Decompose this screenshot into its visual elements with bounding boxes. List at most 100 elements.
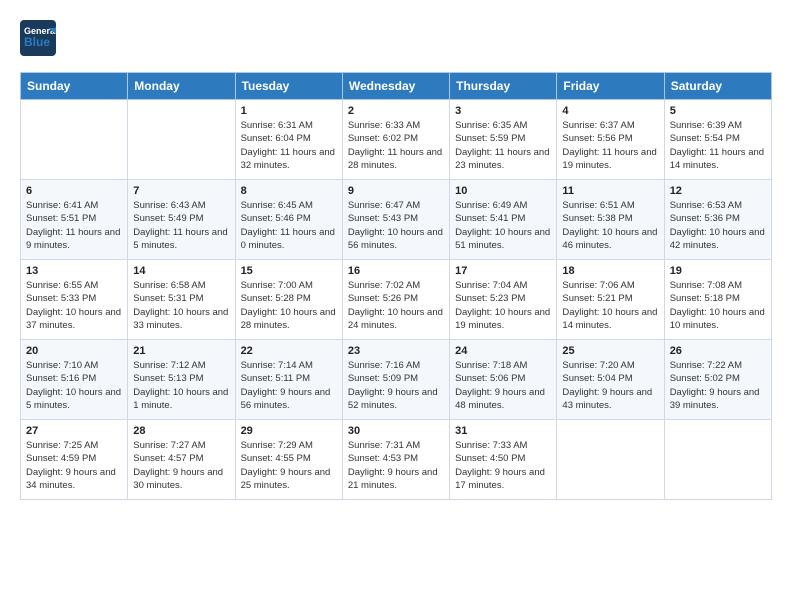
- calendar-cell: 10 Sunrise: 6:49 AM Sunset: 5:41 PM Dayli…: [450, 180, 557, 260]
- logo: General Blue: [20, 20, 60, 56]
- calendar-cell: 29 Sunrise: 7:29 AM Sunset: 4:55 PM Dayli…: [235, 420, 342, 500]
- header-day-monday: Monday: [128, 73, 235, 100]
- calendar-cell: 12Sunrise: 6:53 AM Sunset: 5:36 PM Dayli…: [664, 180, 771, 260]
- calendar-cell: 23Sunrise: 7:16 AM Sunset: 5:09 PM Dayli…: [342, 340, 449, 420]
- day-number: 24: [455, 345, 551, 357]
- day-info: Sunrise: 7:25 AM Sunset: 4:59 PM Dayligh…: [26, 439, 122, 492]
- day-number: 16: [348, 265, 444, 277]
- day-number: 27: [26, 425, 122, 437]
- day-number: 19: [670, 265, 766, 277]
- day-number: 14: [133, 265, 229, 277]
- calendar-cell: 6 Sunrise: 6:41 AM Sunset: 5:51 PM Daylig…: [21, 180, 128, 260]
- day-number: 6: [26, 185, 122, 197]
- day-number: 10: [455, 185, 551, 197]
- day-info: Sunrise: 6:39 AM Sunset: 5:54 PM Dayligh…: [670, 119, 766, 172]
- calendar-cell: 30Sunrise: 7:31 AM Sunset: 4:53 PM Dayli…: [342, 420, 449, 500]
- day-info: Sunrise: 7:10 AM Sunset: 5:16 PM Dayligh…: [26, 359, 122, 412]
- day-info: Sunrise: 7:33 AM Sunset: 4:50 PM Dayligh…: [455, 439, 551, 492]
- calendar-cell: 20 Sunrise: 7:10 AM Sunset: 5:16 PM Dayli…: [21, 340, 128, 420]
- day-number: 4: [562, 105, 658, 117]
- day-info: Sunrise: 6:37 AM Sunset: 5:56 PM Dayligh…: [562, 119, 658, 172]
- calendar-cell: 13 Sunrise: 6:55 AM Sunset: 5:33 PM Dayli…: [21, 260, 128, 340]
- calendar-cell: 17Sunrise: 7:04 AM Sunset: 5:23 PM Dayli…: [450, 260, 557, 340]
- calendar-cell: 19 Sunrise: 7:08 AM Sunset: 5:18 PM Dayli…: [664, 260, 771, 340]
- day-number: 28: [133, 425, 229, 437]
- day-info: Sunrise: 6:49 AM Sunset: 5:41 PM Dayligh…: [455, 199, 551, 252]
- day-number: 8: [241, 185, 337, 197]
- day-info: Sunrise: 7:27 AM Sunset: 4:57 PM Dayligh…: [133, 439, 229, 492]
- day-number: 17: [455, 265, 551, 277]
- calendar-cell: 7Sunrise: 6:43 AM Sunset: 5:49 PM Daylig…: [128, 180, 235, 260]
- calendar-cell: [21, 100, 128, 180]
- calendar-cell: [664, 420, 771, 500]
- day-info: Sunrise: 6:51 AM Sunset: 5:38 PM Dayligh…: [562, 199, 658, 252]
- calendar-cell: 1 Sunrise: 6:31 AM Sunset: 6:04 PM Daylig…: [235, 100, 342, 180]
- day-number: 26: [670, 345, 766, 357]
- day-info: Sunrise: 7:20 AM Sunset: 5:04 PM Dayligh…: [562, 359, 658, 412]
- calendar-cell: 3 Sunrise: 6:35 AM Sunset: 5:59 PM Daylig…: [450, 100, 557, 180]
- week-row-4: 20 Sunrise: 7:10 AM Sunset: 5:16 PM Dayli…: [21, 340, 772, 420]
- calendar-cell: [128, 100, 235, 180]
- day-number: 31: [455, 425, 551, 437]
- calendar-cell: 26 Sunrise: 7:22 AM Sunset: 5:02 PM Dayli…: [664, 340, 771, 420]
- page-header: General Blue: [20, 20, 772, 56]
- week-row-1: 1 Sunrise: 6:31 AM Sunset: 6:04 PM Daylig…: [21, 100, 772, 180]
- header-day-friday: Friday: [557, 73, 664, 100]
- day-number: 2: [348, 105, 444, 117]
- day-number: 15: [241, 265, 337, 277]
- calendar-table: SundayMondayTuesdayWednesdayThursdayFrid…: [20, 72, 772, 500]
- calendar-cell: 25 Sunrise: 7:20 AM Sunset: 5:04 PM Dayli…: [557, 340, 664, 420]
- calendar-cell: 18Sunrise: 7:06 AM Sunset: 5:21 PM Dayli…: [557, 260, 664, 340]
- calendar-cell: 22Sunrise: 7:14 AM Sunset: 5:11 PM Dayli…: [235, 340, 342, 420]
- day-info: Sunrise: 7:08 AM Sunset: 5:18 PM Dayligh…: [670, 279, 766, 332]
- day-number: 18: [562, 265, 658, 277]
- day-info: Sunrise: 7:02 AM Sunset: 5:26 PM Dayligh…: [348, 279, 444, 332]
- day-number: 29: [241, 425, 337, 437]
- day-info: Sunrise: 6:31 AM Sunset: 6:04 PM Dayligh…: [241, 119, 337, 172]
- day-info: Sunrise: 6:45 AM Sunset: 5:46 PM Dayligh…: [241, 199, 337, 252]
- day-info: Sunrise: 6:33 AM Sunset: 6:02 PM Dayligh…: [348, 119, 444, 172]
- header-day-thursday: Thursday: [450, 73, 557, 100]
- day-info: Sunrise: 7:12 AM Sunset: 5:13 PM Dayligh…: [133, 359, 229, 412]
- calendar-cell: 28 Sunrise: 7:27 AM Sunset: 4:57 PM Dayli…: [128, 420, 235, 500]
- day-info: Sunrise: 7:16 AM Sunset: 5:09 PM Dayligh…: [348, 359, 444, 412]
- day-info: Sunrise: 6:35 AM Sunset: 5:59 PM Dayligh…: [455, 119, 551, 172]
- calendar-body: 1 Sunrise: 6:31 AM Sunset: 6:04 PM Daylig…: [21, 100, 772, 500]
- day-info: Sunrise: 7:22 AM Sunset: 5:02 PM Dayligh…: [670, 359, 766, 412]
- day-number: 11: [562, 185, 658, 197]
- header-day-saturday: Saturday: [664, 73, 771, 100]
- day-info: Sunrise: 6:47 AM Sunset: 5:43 PM Dayligh…: [348, 199, 444, 252]
- day-info: Sunrise: 7:14 AM Sunset: 5:11 PM Dayligh…: [241, 359, 337, 412]
- day-number: 13: [26, 265, 122, 277]
- day-number: 9: [348, 185, 444, 197]
- day-number: 20: [26, 345, 122, 357]
- header-day-wednesday: Wednesday: [342, 73, 449, 100]
- day-info: Sunrise: 7:29 AM Sunset: 4:55 PM Dayligh…: [241, 439, 337, 492]
- day-info: Sunrise: 7:18 AM Sunset: 5:06 PM Dayligh…: [455, 359, 551, 412]
- day-number: 25: [562, 345, 658, 357]
- day-number: 3: [455, 105, 551, 117]
- day-info: Sunrise: 6:58 AM Sunset: 5:31 PM Dayligh…: [133, 279, 229, 332]
- day-info: Sunrise: 6:55 AM Sunset: 5:33 PM Dayligh…: [26, 279, 122, 332]
- calendar-cell: 2 Sunrise: 6:33 AM Sunset: 6:02 PM Daylig…: [342, 100, 449, 180]
- calendar-cell: [557, 420, 664, 500]
- calendar-cell: 11 Sunrise: 6:51 AM Sunset: 5:38 PM Dayli…: [557, 180, 664, 260]
- day-info: Sunrise: 7:00 AM Sunset: 5:28 PM Dayligh…: [241, 279, 337, 332]
- calendar-cell: 27 Sunrise: 7:25 AM Sunset: 4:59 PM Dayli…: [21, 420, 128, 500]
- header-day-tuesday: Tuesday: [235, 73, 342, 100]
- week-row-2: 6 Sunrise: 6:41 AM Sunset: 5:51 PM Daylig…: [21, 180, 772, 260]
- day-number: 5: [670, 105, 766, 117]
- day-number: 1: [241, 105, 337, 117]
- day-info: Sunrise: 6:53 AM Sunset: 5:36 PM Dayligh…: [670, 199, 766, 252]
- day-info: Sunrise: 6:41 AM Sunset: 5:51 PM Dayligh…: [26, 199, 122, 252]
- svg-text:Blue: Blue: [24, 35, 50, 49]
- calendar-header: SundayMondayTuesdayWednesdayThursdayFrid…: [21, 73, 772, 100]
- calendar-cell: 15 Sunrise: 7:00 AM Sunset: 5:28 PM Dayli…: [235, 260, 342, 340]
- calendar-cell: 5 Sunrise: 6:39 AM Sunset: 5:54 PM Daylig…: [664, 100, 771, 180]
- day-info: Sunrise: 6:43 AM Sunset: 5:49 PM Dayligh…: [133, 199, 229, 252]
- calendar-cell: 9 Sunrise: 6:47 AM Sunset: 5:43 PM Daylig…: [342, 180, 449, 260]
- header-row: SundayMondayTuesdayWednesdayThursdayFrid…: [21, 73, 772, 100]
- calendar-cell: 8 Sunrise: 6:45 AM Sunset: 5:46 PM Daylig…: [235, 180, 342, 260]
- day-info: Sunrise: 7:31 AM Sunset: 4:53 PM Dayligh…: [348, 439, 444, 492]
- calendar-cell: 31 Sunrise: 7:33 AM Sunset: 4:50 PM Dayli…: [450, 420, 557, 500]
